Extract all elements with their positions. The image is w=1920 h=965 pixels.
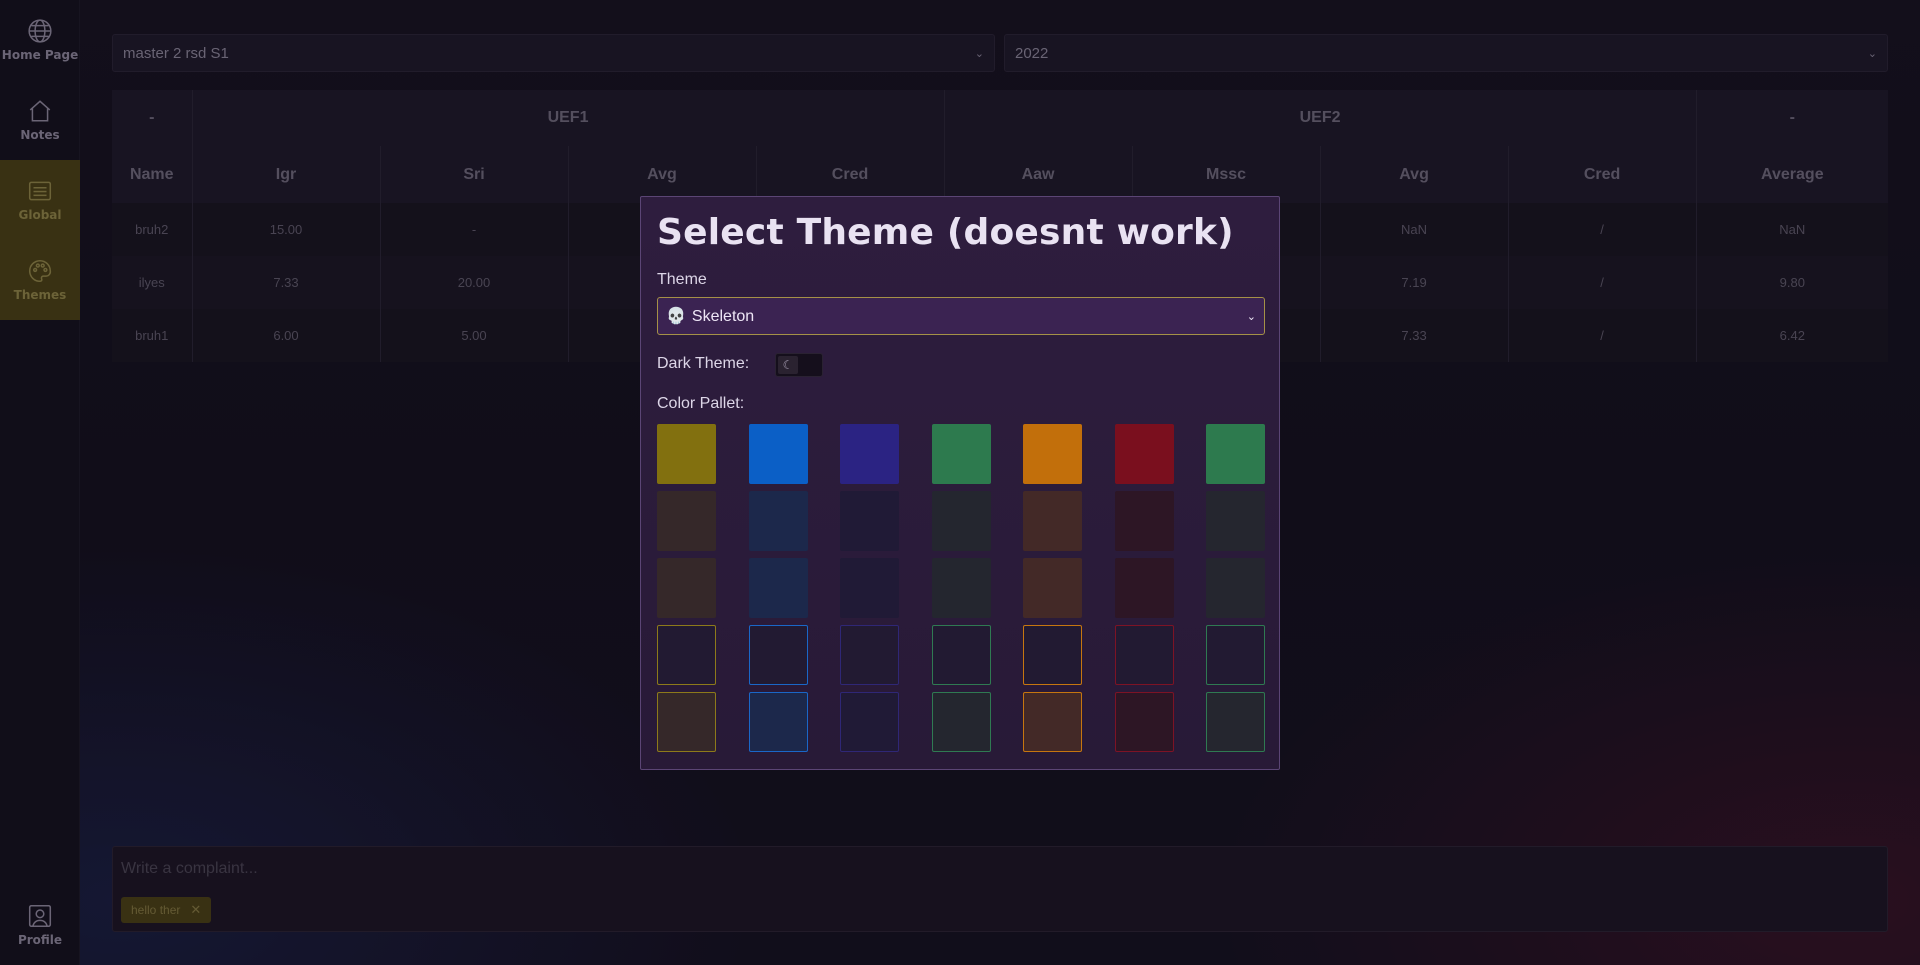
theme-select-value: 💀 Skeleton (666, 306, 754, 326)
color-swatch[interactable] (1023, 424, 1082, 484)
theme-select-text: Skeleton (691, 308, 755, 325)
color-swatch[interactable] (657, 692, 716, 752)
color-swatch[interactable] (1206, 692, 1265, 752)
skull-icon: 💀 (666, 308, 686, 325)
color-swatch[interactable] (657, 558, 716, 618)
dark-theme-toggle[interactable]: ☾ (775, 353, 823, 377)
color-pallet-label: Color Pallet: (657, 395, 745, 412)
moon-icon: ☾ (778, 356, 798, 374)
color-swatch[interactable] (931, 491, 991, 551)
color-swatch[interactable] (748, 625, 808, 685)
color-swatch[interactable] (1114, 491, 1174, 551)
color-swatch[interactable] (1023, 491, 1082, 551)
color-swatch[interactable] (1023, 625, 1082, 685)
color-swatch[interactable] (748, 491, 808, 551)
color-swatch[interactable] (931, 692, 991, 752)
modal-title: Select Theme (doesnt work) (657, 212, 1234, 253)
color-swatch[interactable] (840, 558, 899, 618)
color-swatch[interactable] (657, 424, 716, 484)
color-swatch[interactable] (840, 491, 899, 551)
color-swatch[interactable] (1206, 424, 1265, 484)
theme-select[interactable]: 💀 Skeleton ⌄ (657, 297, 1265, 335)
color-swatch[interactable] (748, 558, 808, 618)
color-swatch[interactable] (1023, 692, 1082, 752)
color-swatch[interactable] (1206, 625, 1265, 685)
dark-theme-label: Dark Theme: (657, 355, 750, 372)
color-swatch[interactable] (931, 424, 991, 484)
color-swatch[interactable] (1114, 558, 1174, 618)
theme-label: Theme (657, 271, 707, 288)
theme-modal: Select Theme (doesnt work) Theme 💀 Skelet… (640, 196, 1280, 770)
color-swatch[interactable] (748, 424, 808, 484)
color-swatch[interactable] (1114, 625, 1174, 685)
color-swatch[interactable] (840, 424, 899, 484)
color-swatch[interactable] (1206, 558, 1265, 618)
color-swatch[interactable] (657, 625, 716, 685)
color-swatch[interactable] (1206, 491, 1265, 551)
color-swatch[interactable] (748, 692, 808, 752)
color-swatch[interactable] (1023, 558, 1082, 618)
color-swatch[interactable] (657, 491, 716, 551)
chevron-down-icon: ⌄ (1246, 310, 1256, 323)
color-swatch[interactable] (931, 558, 991, 618)
color-swatch[interactable] (1114, 692, 1174, 752)
color-swatch[interactable] (840, 625, 899, 685)
color-swatch[interactable] (840, 692, 899, 752)
color-swatch[interactable] (931, 625, 991, 685)
color-swatch[interactable] (1114, 424, 1174, 484)
